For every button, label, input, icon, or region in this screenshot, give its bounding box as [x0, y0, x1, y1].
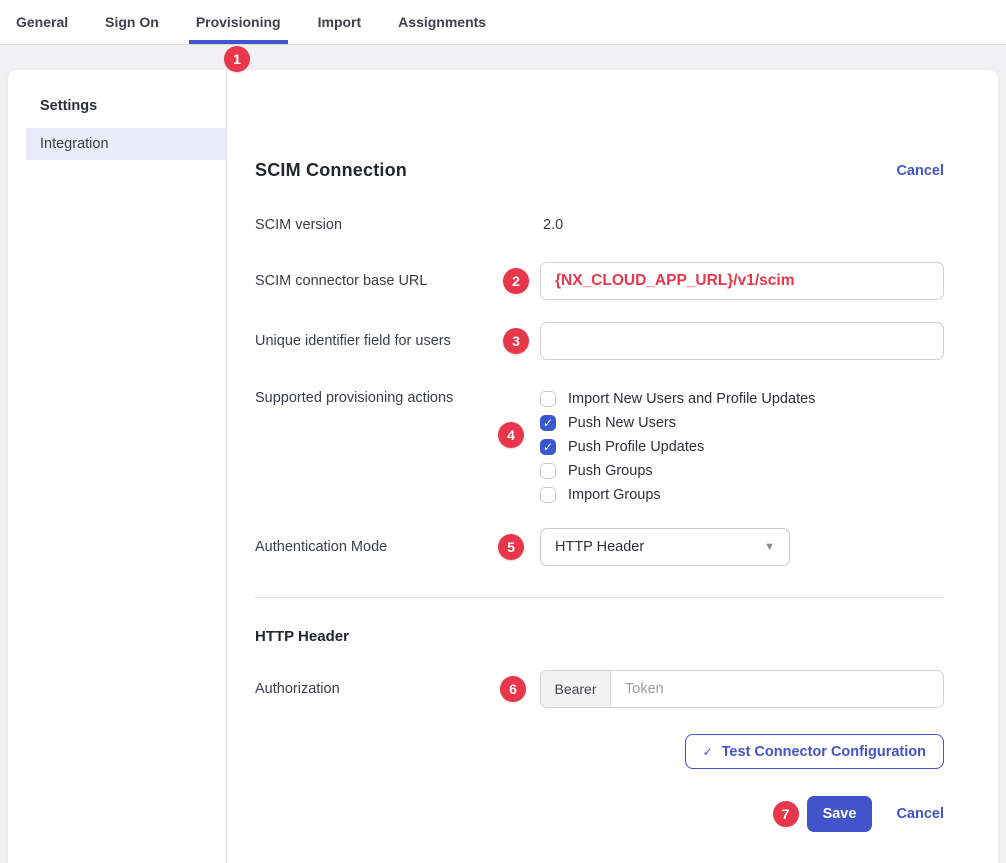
http-header-heading: HTTP Header — [255, 628, 944, 645]
unique-id-row: Unique identifier field for users 3 — [255, 322, 944, 360]
tab-label: Assignments — [398, 14, 486, 30]
tab-assignments[interactable]: Assignments — [391, 0, 493, 44]
tab-sign-on[interactable]: Sign On — [98, 0, 166, 44]
save-row: 7 Save Cancel — [255, 796, 944, 832]
unique-id-label: Unique identifier field for users — [255, 333, 540, 349]
checkbox-icon[interactable] — [540, 487, 556, 503]
auth-mode-value: HTTP Header — [555, 539, 644, 555]
page-title: SCIM Connection — [255, 160, 407, 181]
app-tabbar: General Sign On Provisioning Import Assi… — [0, 0, 1006, 45]
authorization-row: Authorization 6 Bearer — [255, 670, 944, 708]
checkbox-row-import-groups[interactable]: Import Groups — [540, 483, 815, 507]
checkbox-icon[interactable] — [540, 415, 556, 431]
cancel-link-top[interactable]: Cancel — [896, 163, 944, 179]
authorization-label: Authorization — [255, 681, 540, 697]
step-badge-5: 5 — [498, 534, 524, 560]
tab-provisioning[interactable]: Provisioning — [189, 0, 288, 44]
tab-general[interactable]: General — [9, 0, 75, 44]
checkbox-label: Push Profile Updates — [568, 439, 704, 455]
step-badge-7: 7 — [773, 801, 799, 827]
unique-id-input[interactable] — [540, 322, 944, 360]
step-badge-2: 2 — [503, 268, 529, 294]
checkbox-row-import-new-users[interactable]: Import New Users and Profile Updates — [540, 387, 815, 411]
token-input[interactable] — [611, 671, 943, 707]
checkbox-label: Import New Users and Profile Updates — [568, 391, 815, 407]
panel-header: SCIM Connection Cancel — [255, 160, 944, 181]
checkbox-row-push-profile-updates[interactable]: Push Profile Updates — [540, 435, 815, 459]
active-tab-underline — [189, 40, 288, 44]
sidebar-heading: Settings — [8, 98, 226, 114]
bearer-prefix: Bearer — [541, 671, 611, 707]
checkbox-icon[interactable] — [540, 439, 556, 455]
section-divider — [255, 597, 944, 598]
checkbox-label: Push Groups — [568, 463, 653, 479]
base-url-label: SCIM connector base URL — [255, 273, 540, 289]
provisioning-actions-list: Import New Users and Profile Updates Pus… — [540, 387, 815, 507]
tab-label: Import — [318, 14, 362, 30]
checkbox-icon[interactable] — [540, 463, 556, 479]
scim-version-row: SCIM version 2.0 — [255, 215, 944, 235]
test-connector-button[interactable]: ✓ Test Connector Configuration — [685, 734, 944, 769]
tab-label: General — [16, 14, 68, 30]
checkbox-label: Push New Users — [568, 415, 676, 431]
auth-mode-select[interactable]: HTTP Header ▼ — [540, 528, 790, 566]
tab-import[interactable]: Import — [311, 0, 369, 44]
scim-version-value: 2.0 — [540, 217, 563, 233]
step-badge-6: 6 — [500, 676, 526, 702]
save-button[interactable]: Save — [807, 796, 873, 832]
tab-label: Sign On — [105, 14, 159, 30]
base-url-input[interactable] — [540, 262, 944, 300]
auth-mode-row: Authentication Mode 5 HTTP Header ▼ — [255, 528, 944, 566]
provisioning-actions-row: Supported provisioning actions 4 Import … — [255, 387, 944, 507]
test-connector-row: ✓ Test Connector Configuration — [255, 734, 944, 769]
authorization-input-group: Bearer — [540, 670, 944, 708]
sidebar-item-integration[interactable]: Integration — [26, 128, 226, 160]
step-badge-4: 4 — [498, 422, 524, 448]
check-icon: ✓ — [703, 745, 713, 759]
chevron-down-icon: ▼ — [764, 541, 775, 553]
base-url-row: SCIM connector base URL 2 — [255, 262, 944, 300]
checkbox-icon[interactable] — [540, 391, 556, 407]
checkbox-row-push-new-users[interactable]: Push New Users — [540, 411, 815, 435]
tab-label: Provisioning — [196, 14, 281, 30]
provisioning-actions-label: Supported provisioning actions — [255, 387, 540, 406]
test-connector-label: Test Connector Configuration — [722, 744, 926, 760]
settings-sidebar: Settings Integration — [8, 70, 227, 863]
step-badge-1: 1 — [224, 46, 250, 72]
checkbox-label: Import Groups — [568, 487, 661, 503]
checkbox-row-push-groups[interactable]: Push Groups — [540, 459, 815, 483]
cancel-link-bottom[interactable]: Cancel — [896, 806, 944, 822]
provisioning-card: Settings Integration SCIM Connection Can… — [8, 70, 998, 863]
scim-version-label: SCIM version — [255, 217, 540, 233]
main-panel: SCIM Connection Cancel SCIM version 2.0 … — [227, 70, 998, 863]
step-badge-3: 3 — [503, 328, 529, 354]
